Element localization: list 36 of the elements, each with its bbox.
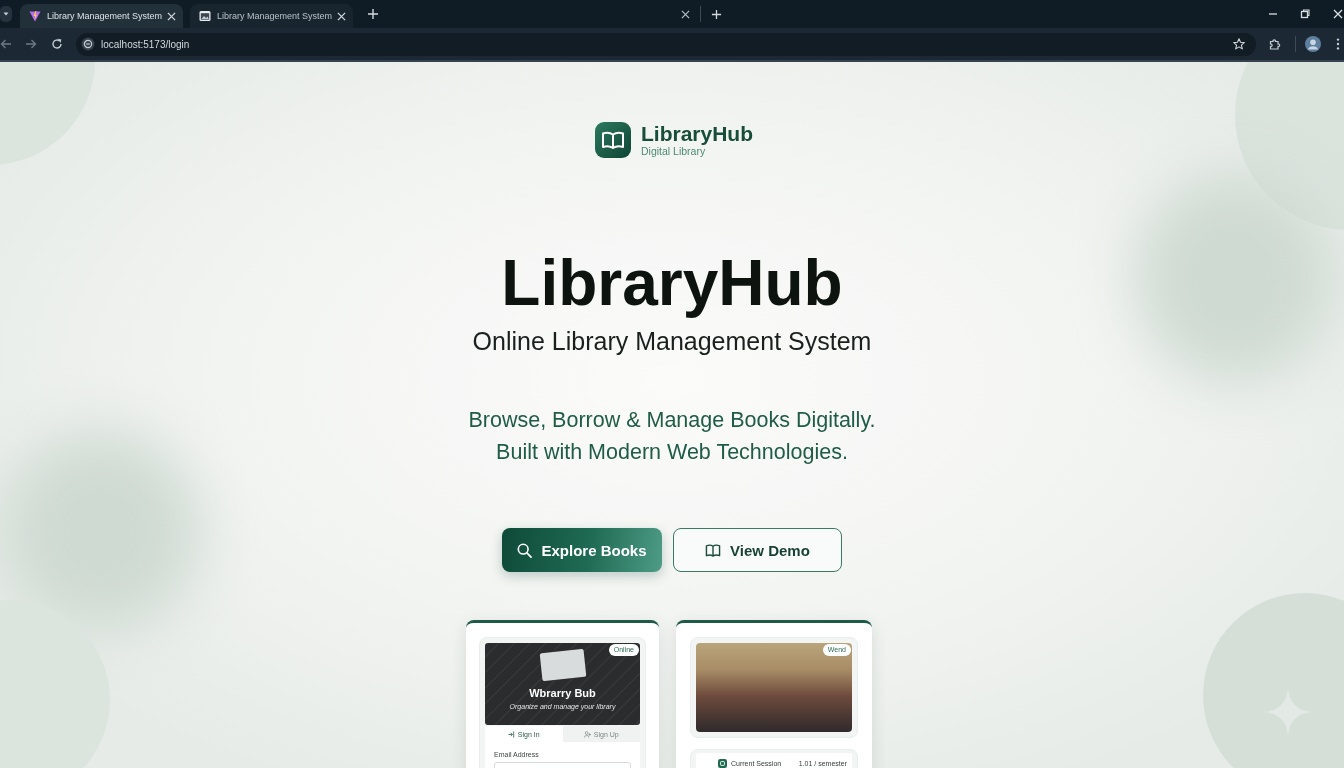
close-icon[interactable] bbox=[1333, 9, 1343, 19]
avatar-icon[interactable] bbox=[1305, 36, 1321, 52]
window-icon bbox=[199, 10, 211, 22]
close-icon[interactable] bbox=[167, 11, 176, 21]
hero-description: Browse, Borrow & Manage Books Digitally. bbox=[468, 407, 876, 434]
new-tab-icon[interactable] bbox=[711, 8, 722, 20]
forward-arrow-icon[interactable] bbox=[25, 38, 37, 50]
book-logo-icon bbox=[595, 122, 631, 158]
hero-description: Built with Modern Web Technologies. bbox=[496, 439, 848, 466]
browser-tab[interactable]: Library Management System bbox=[20, 4, 183, 28]
brand-name: LibraryHub bbox=[641, 122, 753, 145]
explore-button[interactable]: Explore Books bbox=[502, 528, 662, 572]
photo-placeholder bbox=[539, 648, 586, 682]
search-icon bbox=[517, 542, 533, 558]
brand-tagline: Digital Library bbox=[641, 145, 707, 158]
menu-icon[interactable] bbox=[1336, 38, 1340, 50]
demo-button[interactable]: View Demo bbox=[673, 528, 842, 572]
banner-title: Wbrarry Bub bbox=[529, 687, 596, 700]
user-plus-icon bbox=[583, 730, 591, 738]
restore-icon[interactable] bbox=[1300, 9, 1310, 19]
star-icon[interactable] bbox=[1233, 38, 1245, 50]
hero-subtitle: Online Library Management System bbox=[472, 326, 872, 356]
bolt-logo-icon bbox=[29, 10, 41, 22]
close-icon[interactable] bbox=[681, 9, 690, 19]
site-info-icon[interactable] bbox=[81, 37, 95, 51]
hero-title: LibraryHub bbox=[501, 246, 843, 320]
address-field[interactable]: localhost:5173/login bbox=[76, 32, 1256, 56]
puzzle-icon[interactable] bbox=[1269, 38, 1281, 50]
browser-tab[interactable]: Library Management System bbox=[190, 4, 353, 28]
new-tab-icon[interactable] bbox=[367, 8, 379, 20]
open-book-icon bbox=[705, 542, 722, 558]
close-icon[interactable] bbox=[337, 11, 346, 21]
login-arrow-icon bbox=[507, 730, 515, 738]
back-arrow-icon[interactable] bbox=[0, 38, 12, 50]
caret-icon[interactable] bbox=[0, 6, 12, 22]
reload-icon[interactable] bbox=[51, 38, 63, 50]
